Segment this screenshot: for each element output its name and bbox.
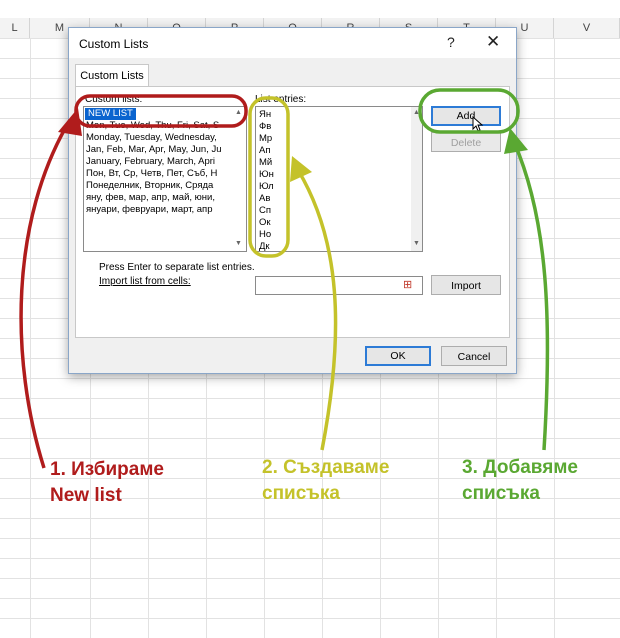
entry-line: Мр (259, 133, 273, 144)
list-item[interactable]: Mon, Tue, Wed, Thu, Fri, Sat, S (86, 120, 219, 132)
hint-text: Press Enter to separate list entries. (99, 262, 255, 273)
custom-lists-label: Custom lists: (85, 94, 143, 105)
tab-custom-lists[interactable]: Custom Lists (75, 64, 149, 87)
entry-line: Юн (259, 169, 274, 180)
grid-line (0, 538, 620, 539)
grid-line (0, 378, 620, 379)
list-item[interactable]: Jan, Feb, Mar, Apr, May, Jun, Ju (86, 144, 222, 156)
step3-line1: 3. Добавяме (462, 457, 578, 478)
entry-line: Дк (259, 241, 270, 252)
entry-line: Ок (259, 217, 271, 228)
grid-line (0, 618, 620, 619)
entry-line: Но (259, 229, 272, 240)
entry-line: Ав (259, 193, 271, 204)
ok-button[interactable]: OK (365, 346, 431, 366)
entries-scrollbar[interactable]: ▲ ▼ (411, 107, 422, 251)
custom-lists-listbox[interactable]: NEW LIST Mon, Tue, Wed, Thu, Fri, Sat, S… (83, 106, 247, 252)
add-button[interactable]: Add (431, 106, 501, 126)
scroll-down-icon[interactable]: ▼ (413, 240, 420, 247)
mouse-cursor-icon (472, 116, 484, 132)
list-item[interactable]: Monday, Tuesday, Wednesday, (86, 132, 217, 144)
grid-line (0, 558, 620, 559)
grid-line (0, 518, 620, 519)
range-select-icon[interactable]: ⊞ (403, 278, 412, 291)
list-item[interactable]: януари, февруари, март, апр (86, 204, 212, 216)
grid-line (0, 578, 620, 579)
entry-line: Фв (259, 121, 272, 132)
grid-line (0, 438, 620, 439)
step2-line1: 2. Създаваме (262, 457, 390, 478)
grid-line (0, 418, 620, 419)
entry-line: Ап (259, 145, 271, 156)
grid-line (0, 598, 620, 599)
scroll-up-icon[interactable]: ▲ (235, 109, 242, 116)
column-header[interactable]: L (0, 18, 30, 38)
help-icon[interactable]: ? (447, 34, 455, 50)
import-label: Import list from cells: (99, 276, 191, 287)
step1-line2: New list (50, 485, 122, 506)
close-icon[interactable]: ✕ (486, 32, 500, 52)
import-button[interactable]: Import (431, 275, 501, 295)
list-item[interactable]: яну, фев, мар, апр, май, юни, (86, 192, 215, 204)
list-entries-textarea[interactable]: Ян Фв Мр Ап Мй Юн Юл Ав Сп Ок Но Дк ▲ ▼ (255, 106, 423, 252)
column-header[interactable]: V (554, 18, 620, 38)
scroll-up-icon[interactable]: ▲ (413, 109, 420, 116)
cancel-button[interactable]: Cancel (441, 346, 507, 366)
dialog-title: Custom Lists (79, 37, 149, 51)
step1-label: 1. Избираме New list (50, 457, 164, 509)
list-entries-label: List entries: (255, 94, 307, 105)
entry-line: Ян (259, 109, 272, 120)
custom-lists-dialog: Custom Lists ? ✕ Custom Lists Custom lis… (68, 27, 517, 374)
delete-button[interactable]: Delete (431, 132, 501, 152)
import-range-input[interactable] (255, 276, 423, 295)
dialog-titlebar[interactable]: Custom Lists ? ✕ (69, 28, 516, 58)
step2-label: 2. Създаваме списъка (262, 455, 389, 507)
list-item[interactable]: January, February, March, Apri (86, 156, 215, 168)
entry-line: Мй (259, 157, 273, 168)
grid-line (0, 398, 620, 399)
list-item[interactable]: Понеделник, Вторник, Сряда (86, 180, 213, 192)
step1-line1: 1. Избираме (50, 459, 164, 480)
entry-line: Юл (259, 181, 274, 192)
list-item-new-list[interactable]: NEW LIST (85, 108, 136, 120)
entry-line: Сп (259, 205, 272, 216)
list-item[interactable]: Пон, Вт, Ср, Четв, Пет, Съб, Н (86, 168, 217, 180)
step3-line2: списъка (462, 483, 540, 504)
scroll-down-icon[interactable]: ▼ (235, 240, 242, 247)
step2-line2: списъка (262, 483, 340, 504)
step3-label: 3. Добавяме списъка (462, 455, 578, 507)
